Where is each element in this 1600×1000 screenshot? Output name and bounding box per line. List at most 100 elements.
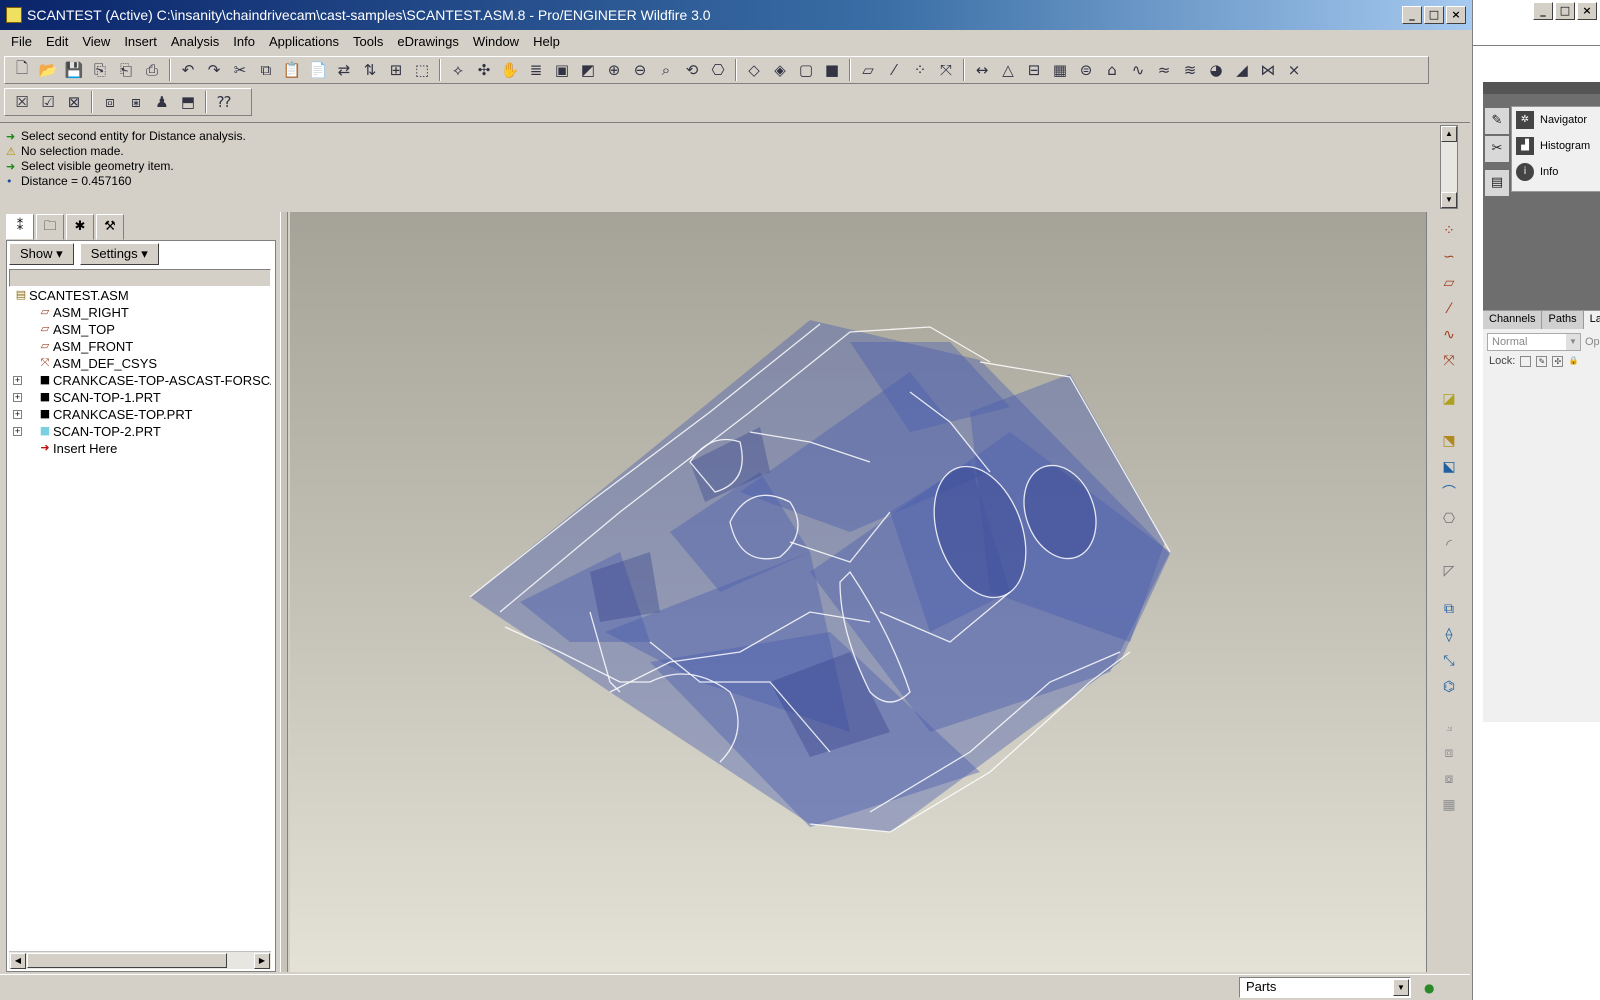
pan-icon[interactable]: ✋: [497, 58, 523, 82]
side-maximize-button[interactable]: □: [1555, 2, 1575, 20]
repaint-icon[interactable]: ▣: [549, 58, 575, 82]
tree-item[interactable]: + ■ CRANKCASE-TOP.PRT: [9, 406, 271, 423]
draft-icon[interactable]: ◢: [1229, 58, 1255, 82]
extrude-tool-icon[interactable]: ⬔: [1437, 430, 1461, 452]
trim-tool-icon[interactable]: ⤡: [1437, 650, 1461, 672]
datum-points-icon[interactable]: ⁘: [907, 58, 933, 82]
scroll-right-icon[interactable]: ▶: [254, 953, 270, 969]
pattern-tool-icon[interactable]: ⧉: [1437, 598, 1461, 620]
brushes-icon[interactable]: ✎: [1485, 108, 1509, 134]
named-views-icon[interactable]: ⎔: [705, 58, 731, 82]
menu-tools[interactable]: Tools: [346, 34, 390, 49]
paste-icon[interactable]: 📋: [279, 58, 305, 82]
layer-icon[interactable]: ≣: [523, 58, 549, 82]
minimize-button[interactable]: _: [1402, 6, 1422, 24]
side-minimize-button[interactable]: _: [1533, 2, 1553, 20]
datum-plane-tool-icon[interactable]: ▱: [1437, 272, 1461, 294]
crankcase-model-view[interactable]: [290, 212, 1426, 972]
save-copy-icon[interactable]: ⎘: [87, 58, 113, 82]
mannequin-icon[interactable]: ♟: [149, 90, 175, 114]
chevron-down-icon[interactable]: ▼: [1393, 979, 1409, 996]
menu-analysis[interactable]: Analysis: [164, 34, 226, 49]
section-analysis-icon[interactable]: ⊟: [1021, 58, 1047, 82]
blend-mode-select[interactable]: Normal ▼: [1487, 333, 1581, 351]
lock-position-icon[interactable]: ✣: [1552, 355, 1564, 367]
scroll-thumb[interactable]: [27, 953, 227, 968]
tree-item[interactable]: + ■ SCAN-TOP-2.PRT: [9, 423, 271, 440]
menu-insert[interactable]: Insert: [117, 34, 164, 49]
sweep-tool-icon[interactable]: ⌒: [1437, 482, 1461, 504]
erase-window-icon[interactable]: ⊠: [61, 90, 87, 114]
close-window-icon[interactable]: ☒: [9, 90, 35, 114]
selection-filter[interactable]: Parts ▼: [1239, 977, 1411, 998]
lock-all-icon[interactable]: 🔒: [1568, 356, 1579, 367]
settings-button[interactable]: Settings ▾: [79, 243, 159, 265]
no-hidden-icon[interactable]: ▢: [793, 58, 819, 82]
undo-icon[interactable]: ↶: [175, 58, 201, 82]
dihedral-icon[interactable]: ⋈: [1255, 58, 1281, 82]
datum-axes-icon[interactable]: ⁄: [881, 58, 907, 82]
color-map-icon[interactable]: ◕: [1203, 58, 1229, 82]
connections-tab[interactable]: ⚒: [96, 214, 124, 240]
zoom-in-icon[interactable]: ⊕: [601, 58, 627, 82]
open-icon[interactable]: 📂: [35, 58, 61, 82]
menu-view[interactable]: View: [75, 34, 117, 49]
lock-transparency-icon[interactable]: [1520, 355, 1532, 367]
datum-axis-tool-icon[interactable]: ⁄: [1437, 298, 1461, 320]
expand-icon[interactable]: +: [13, 393, 22, 402]
tree-item[interactable]: ▱ ASM_TOP: [9, 321, 271, 338]
sketch-tool-icon[interactable]: ∽: [1437, 246, 1461, 268]
tab-channels[interactable]: Channels: [1483, 311, 1543, 329]
annotation-tool-icon[interactable]: ◪: [1437, 388, 1461, 410]
paste-special-icon[interactable]: 📄: [305, 58, 331, 82]
close-button[interactable]: ×: [1446, 6, 1466, 24]
print-icon[interactable]: ⎙: [139, 58, 165, 82]
refit-icon[interactable]: ⌕: [653, 58, 679, 82]
scroll-up-icon[interactable]: ▲: [1441, 126, 1457, 142]
tree-item[interactable]: ▱ ASM_RIGHT: [9, 304, 271, 321]
cut-icon[interactable]: ✂: [227, 58, 253, 82]
menu-help[interactable]: Help: [526, 34, 567, 49]
menu-info[interactable]: Info: [226, 34, 262, 49]
tree-filter-field[interactable]: [9, 269, 271, 287]
thicken-tool-icon[interactable]: ⧈: [1437, 742, 1461, 764]
mirror-tool-icon[interactable]: ⟠: [1437, 624, 1461, 646]
csys-icon[interactable]: ⤧: [933, 58, 959, 82]
datum-display-icon[interactable]: ⟡: [445, 58, 471, 82]
info-panel-button[interactable]: i Info: [1512, 159, 1600, 185]
delete-analysis-icon[interactable]: ⨯: [1281, 58, 1307, 82]
create-component-icon[interactable]: ⧆: [123, 90, 149, 114]
assemble-icon[interactable]: ⧈: [97, 90, 123, 114]
surface-analysis-icon[interactable]: ≋: [1177, 58, 1203, 82]
solidify-tool-icon[interactable]: ⧇: [1437, 768, 1461, 790]
folder-browser-tab[interactable]: 🗀: [36, 214, 64, 240]
blend-tool-icon[interactable]: ⎔: [1437, 508, 1461, 530]
histogram-panel-button[interactable]: ▟ Histogram: [1512, 133, 1600, 159]
wireframe-icon[interactable]: ◇: [741, 58, 767, 82]
menu-applications[interactable]: Applications: [262, 34, 346, 49]
navigator-sash[interactable]: [280, 212, 288, 972]
skeleton-icon[interactable]: ⬒: [175, 90, 201, 114]
zoom-out-icon[interactable]: ⊖: [627, 58, 653, 82]
shaded-icon[interactable]: ■: [819, 58, 845, 82]
tree-item[interactable]: ▤ SCANTEST.ASM: [9, 287, 271, 304]
backup-icon[interactable]: ⎗: [113, 58, 139, 82]
layer-comps-icon[interactable]: ▤: [1485, 170, 1509, 196]
menu-edrawings[interactable]: eDrawings: [390, 34, 465, 49]
mass-props-icon[interactable]: ⊜: [1073, 58, 1099, 82]
scroll-left-icon[interactable]: ◀: [10, 953, 26, 969]
tree-item[interactable]: + ■ CRANKCASE-TOP-ASCAST-FORSCAN: [9, 372, 271, 389]
tree-item[interactable]: ⤧ ASM_DEF_CSYS: [9, 355, 271, 372]
datum-point-tool-icon[interactable]: ⁘: [1437, 220, 1461, 242]
context-help-icon[interactable]: ⁇: [211, 90, 237, 114]
datum-curve-tool-icon[interactable]: ∿: [1437, 324, 1461, 346]
activate-window-icon[interactable]: ☑: [35, 90, 61, 114]
menu-edit[interactable]: Edit: [39, 34, 75, 49]
scroll-down-icon[interactable]: ▼: [1441, 192, 1457, 208]
tree-horizontal-scrollbar[interactable]: ◀ ▶: [9, 951, 271, 969]
expand-icon[interactable]: +: [13, 427, 22, 436]
tool-presets-icon[interactable]: ✂: [1485, 136, 1509, 162]
tab-paths[interactable]: Paths: [1542, 311, 1584, 329]
curve-analysis-icon[interactable]: ∿: [1125, 58, 1151, 82]
curvature-icon[interactable]: ≈: [1151, 58, 1177, 82]
